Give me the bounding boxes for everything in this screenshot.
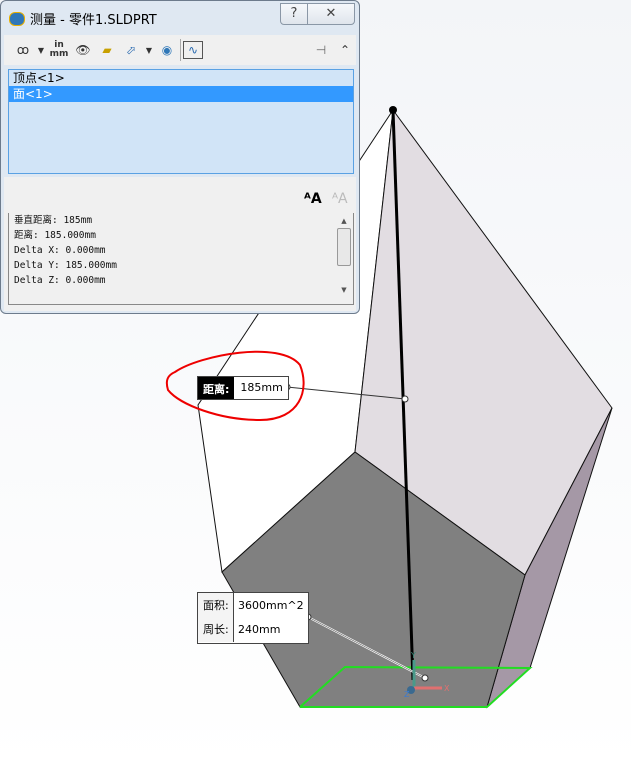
projection-icon[interactable]: ⬀ [120,39,142,61]
pin-icon[interactable]: ⊣ [310,39,332,61]
svg-text:X: X [444,684,450,693]
result-line: Delta X: 0.000mm [14,245,106,256]
distance-value: 185mm [240,381,283,394]
increase-font-icon[interactable]: ᴬA [304,191,322,207]
show-xyz-icon[interactable]: 👁 [72,39,94,61]
area-value: 3600mm^2 [238,599,304,612]
svg-text:Z: Z [404,690,410,699]
perimeter-value: 240mm [238,623,281,636]
dialog-title-bar[interactable]: 测量 - 零件1.SLDPRT [9,9,157,28]
distance-callout[interactable]: 距离: 185mm [197,376,290,400]
results-scrollbar[interactable]: ▲ ▼ [337,217,351,303]
scrollbar-thumb[interactable] [337,228,351,266]
decrease-font-icon[interactable]: ᴬA [332,191,348,207]
distance-label: 距离: [198,377,235,399]
toolbar-divider [180,39,181,61]
leader-dot [401,395,409,403]
close-button[interactable]: ✕ [307,3,355,25]
dialog-title: 测量 - 零件1.SLDPRT [30,13,157,28]
selection-list[interactable]: 顶点<1> 面<1> [8,69,354,174]
vertex-point [389,106,397,114]
dropdown-arrow-icon[interactable]: ▼ [36,39,46,61]
result-line: 垂直距离: 185mm [14,215,93,226]
help-button[interactable]: ? [280,3,308,25]
result-line: Delta Y: 185.000mm [14,260,117,271]
results-panel: ᴬA ᴬA 垂直距离: 185mm 距离: 185.000mm Delta X:… [4,177,356,311]
point-to-point-icon[interactable]: ▰ [96,39,118,61]
selection-item-selected[interactable]: 面<1> [9,86,353,102]
measure-icon [9,11,25,26]
selection-item[interactable]: 顶点<1> [9,70,353,86]
perimeter-label: 周长: [198,618,234,642]
svg-text:Y: Y [410,651,416,660]
result-line: 距离: 185.000mm [14,230,96,241]
result-line: Delta Z: 0.000mm [14,275,106,286]
collapse-icon[interactable]: ⌃ [334,39,356,61]
dropdown-arrow-icon[interactable]: ▼ [144,39,154,61]
arc-circle-measure-icon[interactable]: ꝏ [12,39,34,61]
units-precision-icon[interactable]: in mm [48,39,70,61]
measurement-history-icon[interactable]: ◉ [156,39,178,61]
measure-dialog[interactable]: 测量 - 零件1.SLDPRT ? ✕ ꝏ ▼ in mm 👁 ▰ ⬀ ▼ ◉ ∿ ⊣… [0,0,360,314]
face-callout[interactable]: 面积: 3600mm^2 周长: 240mm [197,592,309,644]
measure-toolbar: ꝏ ▼ in mm 👁 ▰ ⬀ ▼ ◉ ∿ ⊣ ⌃ [4,35,356,65]
area-label: 面积: [198,593,234,618]
create-sensor-icon[interactable]: ∿ [183,41,203,59]
leader-dot [421,674,429,682]
results-text: 垂直距离: 185mm 距离: 185.000mm Delta X: 0.000… [8,213,354,305]
